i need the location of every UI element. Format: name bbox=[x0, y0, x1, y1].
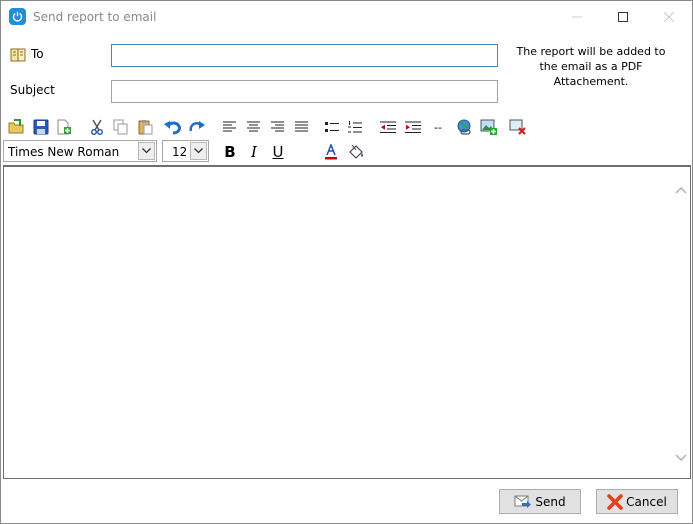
message-body-editor[interactable] bbox=[3, 165, 691, 479]
font-color-button[interactable] bbox=[321, 142, 341, 162]
send-button-label: Send bbox=[535, 494, 566, 509]
align-justify-icon bbox=[295, 121, 308, 132]
redo-icon bbox=[189, 121, 205, 132]
new-document-icon bbox=[57, 119, 71, 135]
insert-image-button[interactable] bbox=[479, 117, 499, 137]
minimize-icon bbox=[572, 16, 582, 17]
insert-link-button[interactable] bbox=[455, 117, 475, 137]
redo-button[interactable] bbox=[187, 117, 207, 137]
insert-image-icon bbox=[480, 119, 497, 135]
send-report-window: Send report to email To Subject The repo… bbox=[0, 0, 693, 524]
save-button[interactable] bbox=[31, 117, 51, 137]
clipboard-paste-icon bbox=[138, 120, 153, 135]
paste-button[interactable] bbox=[135, 117, 155, 137]
open-button[interactable] bbox=[6, 117, 26, 137]
send-button[interactable]: Send bbox=[499, 489, 581, 514]
indent-icon bbox=[405, 121, 421, 133]
bold-button[interactable]: B bbox=[220, 142, 240, 162]
scroll-down-icon[interactable] bbox=[675, 450, 687, 464]
address-book-icon[interactable] bbox=[10, 48, 27, 62]
copy-icon bbox=[113, 119, 128, 135]
align-right-button[interactable] bbox=[268, 117, 288, 137]
globe-link-icon bbox=[457, 119, 471, 135]
to-field[interactable] bbox=[111, 44, 498, 67]
to-label: To bbox=[31, 47, 44, 61]
font-color-icon bbox=[325, 144, 337, 160]
remove-image-icon bbox=[509, 119, 526, 135]
window-title: Send report to email bbox=[33, 10, 157, 24]
align-center-icon bbox=[247, 121, 260, 132]
underline-button[interactable]: U bbox=[268, 142, 288, 162]
remove-image-button[interactable] bbox=[508, 117, 528, 137]
close-icon bbox=[664, 11, 674, 22]
align-left-icon bbox=[223, 121, 236, 132]
undo-icon bbox=[164, 121, 181, 135]
chevron-down-icon[interactable] bbox=[138, 142, 155, 160]
minimize-button[interactable] bbox=[554, 1, 600, 32]
maximize-icon bbox=[618, 11, 628, 22]
paint-bucket-icon bbox=[348, 144, 363, 159]
new-document-button[interactable] bbox=[54, 117, 74, 137]
cancel-x-icon bbox=[607, 493, 623, 510]
increase-indent-button[interactable] bbox=[403, 117, 423, 137]
cancel-button-label: Cancel bbox=[626, 494, 667, 509]
bulleted-list-icon bbox=[325, 121, 339, 132]
scissors-icon bbox=[90, 119, 104, 135]
bulleted-list-button[interactable] bbox=[322, 117, 342, 137]
numbered-list-button[interactable] bbox=[345, 117, 365, 137]
maximize-button[interactable] bbox=[600, 1, 646, 32]
numbered-list-icon bbox=[348, 120, 362, 132]
italic-button[interactable]: I bbox=[244, 142, 264, 162]
floppy-disk-icon bbox=[33, 119, 49, 135]
app-power-icon bbox=[9, 8, 26, 25]
align-center-button[interactable] bbox=[244, 117, 264, 137]
font-family-value: Times New Roman bbox=[8, 145, 120, 159]
align-right-icon bbox=[271, 121, 284, 132]
subject-field[interactable] bbox=[111, 80, 498, 103]
font-family-select[interactable]: Times New Roman bbox=[3, 140, 157, 162]
align-left-button[interactable] bbox=[220, 117, 240, 137]
undo-button[interactable] bbox=[163, 117, 183, 137]
pdf-attachment-note: The report will be added to the email as… bbox=[516, 45, 666, 88]
justify-button[interactable] bbox=[292, 117, 312, 137]
close-button[interactable] bbox=[646, 1, 692, 32]
open-folder-icon bbox=[8, 119, 23, 134]
font-size-select[interactable]: 12 bbox=[162, 140, 209, 162]
send-email-icon bbox=[514, 495, 532, 508]
chevron-down-icon[interactable] bbox=[190, 142, 207, 160]
outdent-icon bbox=[380, 121, 396, 133]
font-size-value: 12 bbox=[172, 145, 188, 159]
cancel-button[interactable]: Cancel bbox=[596, 489, 678, 514]
decrease-indent-button[interactable] bbox=[378, 117, 398, 137]
horizontal-rule-button[interactable]: -- bbox=[428, 117, 448, 137]
highlight-color-button[interactable] bbox=[345, 142, 365, 162]
title-bar: Send report to email bbox=[1, 1, 692, 32]
subject-label: Subject bbox=[10, 83, 55, 97]
cut-button[interactable] bbox=[87, 117, 107, 137]
scroll-up-icon[interactable] bbox=[675, 183, 687, 197]
copy-button[interactable] bbox=[111, 117, 131, 137]
